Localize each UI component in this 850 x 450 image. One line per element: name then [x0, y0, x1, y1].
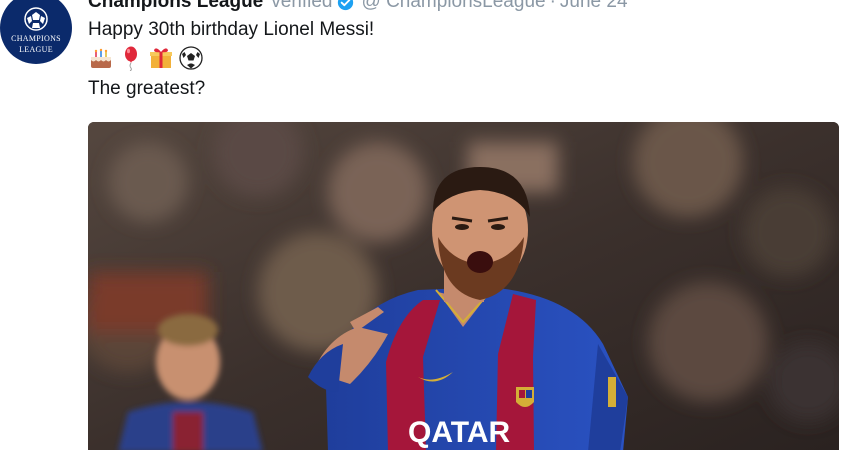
tweet-card: CHAMPIONS LEAGUE Champions League verifi…	[0, 0, 850, 450]
starball-logo-icon	[24, 7, 48, 31]
messi-photo-illustration: QATAR	[88, 122, 839, 450]
tweet-date[interactable]: June 24	[560, 0, 628, 13]
verified-badge-icon	[337, 0, 353, 10]
emoji-row	[88, 45, 204, 71]
tweet-header: Champions League verified @ ChampionsLea…	[88, 0, 628, 13]
shirt-sponsor-text: QATAR	[408, 416, 511, 449]
avatar-text-line1: CHAMPIONS	[11, 34, 61, 43]
separator-dot: ·	[549, 0, 556, 12]
profile-avatar[interactable]: CHAMPIONS LEAGUE	[0, 0, 72, 64]
soccer-ball-icon	[179, 46, 203, 70]
cake-icon	[91, 48, 111, 68]
tweet-text-line1: Happy 30th birthday Lionel Messi!	[88, 19, 375, 40]
tweet-photo[interactable]: QATAR	[88, 122, 839, 450]
balloon-icon	[125, 46, 137, 71]
tweet-text-line2: The greatest?	[88, 78, 206, 99]
display-name[interactable]: Champions League	[88, 0, 263, 13]
user-handle[interactable]: @ ChampionsLeague	[362, 0, 546, 13]
avatar-text-line2: LEAGUE	[19, 45, 53, 54]
gift-icon	[150, 48, 172, 68]
verified-label: verified	[271, 0, 333, 12]
